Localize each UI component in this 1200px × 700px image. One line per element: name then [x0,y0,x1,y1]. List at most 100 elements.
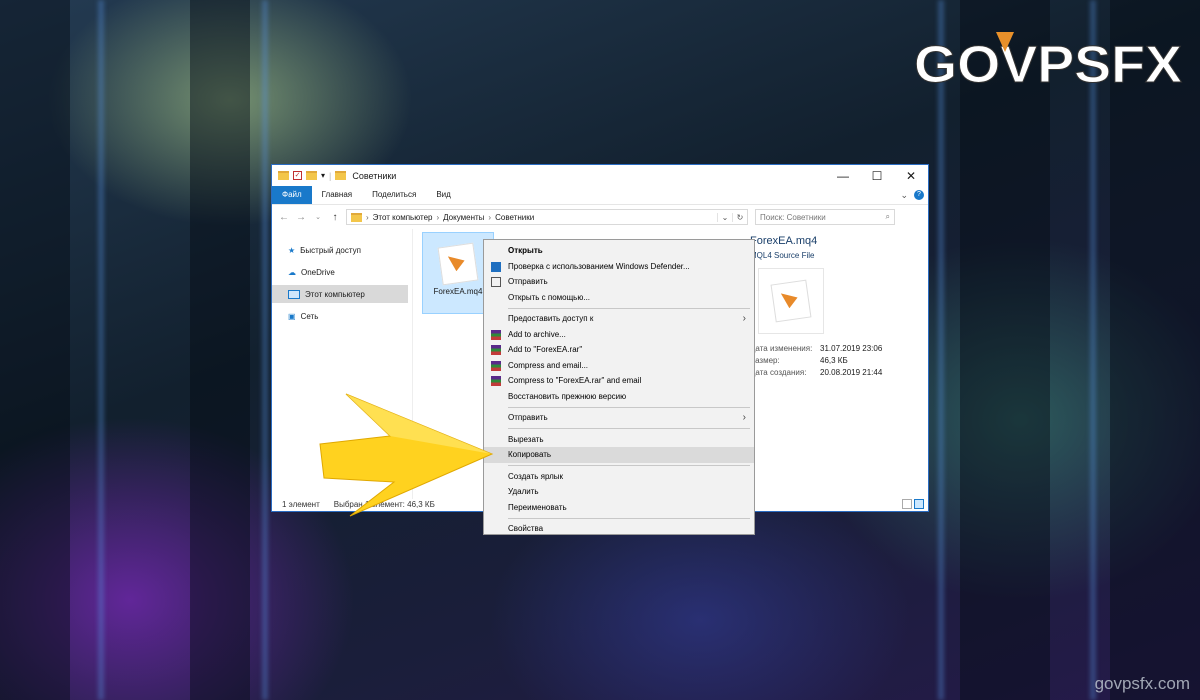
menu-item-переименовать[interactable]: Переименовать [484,500,754,516]
menu-item-label: Создать ярлык [508,471,564,481]
quick-access-toolbar: ✓ ▾ | [278,170,347,181]
breadcrumb-advisors[interactable]: Советники [495,213,534,222]
background-rack [1110,0,1200,700]
menu-item-label: Открыть [508,246,543,256]
tab-file[interactable]: Файл [272,186,312,204]
property-value: 31.07.2019 23:06 [820,344,883,353]
menu-item-add-to-forexea-rar[interactable]: Add to "ForexEA.rar" [484,342,754,358]
expand-ribbon-icon[interactable]: ⌄ [900,190,908,201]
menu-item-проверка-с-использованием-windows-defender[interactable]: Проверка с использованием Windows Defend… [484,259,754,275]
search-placeholder: Поиск: Советники [760,212,826,222]
menu-item-открыть[interactable]: Открыть [484,243,754,259]
help-icon[interactable]: ? [914,190,924,200]
menu-item-восстановить-прежнюю-версию[interactable]: Восстановить прежнюю версию [484,389,754,405]
govpsfx-logo: GOVPSFX [914,32,1183,92]
menu-separator [508,406,750,408]
menu-item-открыть-с-помощью[interactable]: Открыть с помощью... [484,290,754,306]
up-icon[interactable]: ↑ [329,212,341,223]
menu-item-label: Предоставить доступ к [508,314,594,324]
tab-view[interactable]: Вид [426,186,460,204]
menu-item-compress-to-forexea-rar-and-email[interactable]: Compress to "ForexEA.rar" and email [484,373,754,389]
nav-item-onedrive[interactable]: ☁ OneDrive [272,263,412,281]
background-light [98,0,104,700]
search-input[interactable]: Поиск: Советники ⌕ [755,209,895,225]
new-folder-icon[interactable] [306,171,317,180]
property-value: 20.08.2019 21:44 [820,368,883,377]
breadcrumb-separator: › [436,212,440,222]
menu-item-удалить[interactable]: Удалить [484,484,754,500]
details-view-icon[interactable] [902,499,912,509]
cloud-icon: ☁ [288,267,296,277]
menu-item-label: Открыть с помощью... [508,292,591,302]
back-icon[interactable]: ← [278,212,290,223]
tab-share[interactable]: Поделиться [362,186,426,204]
nav-item-network[interactable]: ▣ Сеть [272,307,412,325]
menu-item-label: Вырезать [508,434,544,444]
minimize-button[interactable]: — [826,165,860,186]
winrar-icon [491,329,501,340]
qa-divider: | [329,170,332,181]
menu-item-label: Копировать [508,450,552,460]
menu-item-compress-and-email[interactable]: Compress and email... [484,358,754,374]
property-row: Дата изменения: 31.07.2019 23:06 [750,344,926,353]
menu-item-копировать[interactable]: Копировать [484,447,754,463]
preview-properties: Дата изменения: 31.07.2019 23:06 Размер:… [750,344,926,377]
winrar-icon [491,360,501,371]
menu-item-label: Отправить [508,413,548,423]
logo-text-left: GOVPSFX [914,36,1182,92]
nav-item-label: OneDrive [301,267,335,277]
menu-item-предоставить-доступ-к[interactable]: Предоставить доступ к › [484,311,754,327]
refresh-icon[interactable]: ↻ [732,212,747,222]
tab-home[interactable]: Главная [312,186,362,204]
recent-dropdown-icon[interactable]: ⌄ [312,213,324,221]
forward-icon[interactable]: → [295,212,307,223]
preview-thumbnail [758,268,824,334]
menu-item-label: Свойства [508,524,544,534]
breadcrumb-documents[interactable]: Документы [443,213,484,222]
computer-icon [288,289,300,299]
address-bar[interactable]: › Этот компьютер › Документы › Советники… [346,209,748,225]
menu-item-label: Compress and email... [508,360,589,370]
title-bar: ✓ ▾ | Советники — ☐ ✕ [272,165,928,186]
address-dropdown-icon[interactable]: ⌄ [717,212,732,222]
menu-separator [508,307,750,309]
nav-item-quick-access[interactable]: ★ Быстрый доступ [272,241,412,259]
mq4-file-icon [770,279,812,323]
maximize-button[interactable]: ☐ [860,165,894,186]
preview-type: MQL4 Source File [750,251,815,260]
network-icon: ▣ [288,311,296,321]
menu-item-add-to-archive[interactable]: Add to archive... [484,327,754,343]
qa-dropdown-icon[interactable]: ▾ [321,171,325,180]
menu-item-label: Отправить [508,277,548,287]
menu-item-label: Add to "ForexEA.rar" [508,345,583,355]
menu-separator [508,517,750,519]
menu-item-свойства[interactable]: Свойства [484,521,754,537]
menu-item-вырезать[interactable]: Вырезать [484,432,754,448]
folder-icon [278,171,289,180]
search-icon[interactable]: ⌕ [886,212,890,222]
defender-icon [491,261,501,272]
view-switcher [902,499,924,509]
properties-check-icon[interactable]: ✓ [293,171,302,180]
menu-item-создать-ярлык[interactable]: Создать ярлык [484,469,754,485]
breadcrumb-this-pc[interactable]: Этот компьютер [373,213,433,222]
background-rack [0,0,70,700]
menu-item-отправить[interactable]: Отправить › [484,410,754,426]
winrar-icon [491,376,501,386]
details-pane: ForexEA.mq4 MQL4 Source File Дата измене… [750,235,926,380]
window-title: Советники [352,170,397,181]
pointer-arrow-icon [319,393,494,517]
menu-separator [508,428,750,429]
nav-item-this-pc[interactable]: Этот компьютер [272,285,408,303]
menu-item-отправить[interactable]: Отправить [484,274,754,290]
background-light [262,0,268,700]
property-label: Размер: [750,356,780,365]
property-label: Дата изменения: [750,344,813,353]
star-icon: ★ [288,245,296,255]
close-button[interactable]: ✕ [894,165,928,186]
menu-item-label: Удалить [508,487,539,497]
submenu-arrow-icon: › [742,313,746,325]
large-icons-view-icon[interactable] [914,499,924,509]
menu-item-label: Переименовать [508,502,567,512]
share-icon [491,277,501,287]
